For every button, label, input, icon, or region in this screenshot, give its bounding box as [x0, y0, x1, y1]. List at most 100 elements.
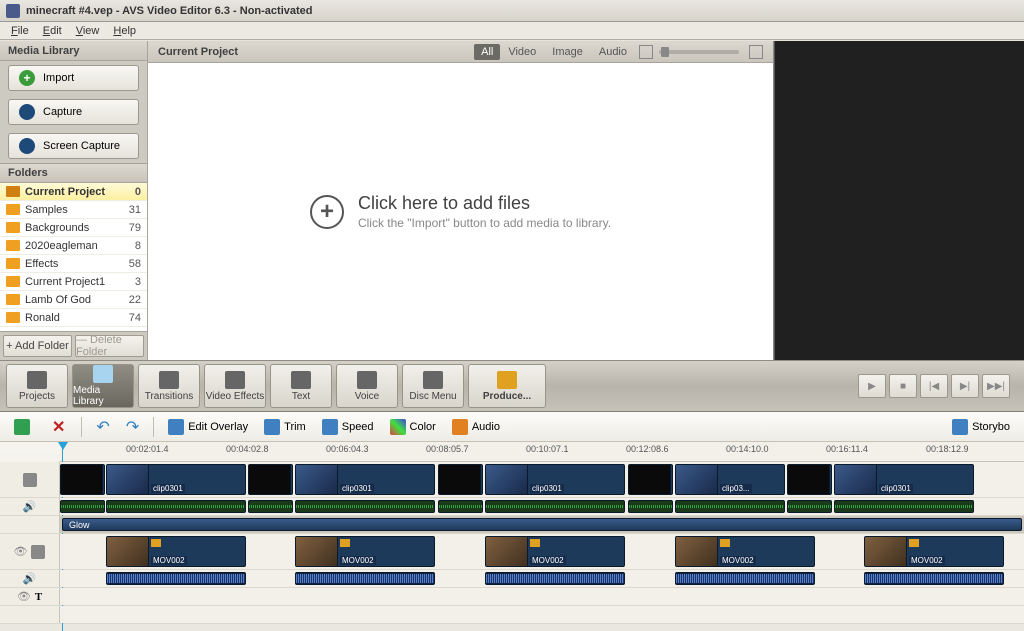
import-button[interactable]: + Import [8, 65, 139, 91]
folders-header: Folders [0, 163, 147, 183]
overlay-audio-clip[interactable] [864, 572, 1004, 585]
add-files-icon[interactable]: + [310, 195, 344, 229]
video-clip[interactable] [787, 464, 832, 495]
screen-capture-button[interactable]: Screen Capture [8, 133, 139, 159]
audio-clip[interactable] [628, 500, 673, 513]
menu-edit[interactable]: Edit [36, 23, 69, 39]
waveform [788, 501, 831, 512]
mode-voice[interactable]: Voice [336, 364, 398, 408]
audio-button[interactable]: Audio [446, 416, 506, 438]
end-button[interactable]: ▶▶| [982, 374, 1010, 398]
timeline: 00:02:01.400:04:02.800:06:04.300:08:05.7… [0, 442, 1024, 631]
folder-name: Current Project1 [25, 276, 135, 288]
zoom-out-icon[interactable] [639, 45, 653, 59]
overlay-audio-clip[interactable] [106, 572, 246, 585]
filter-all[interactable]: All [474, 44, 500, 60]
overlay-audio-clip[interactable] [295, 572, 435, 585]
overlay-clip[interactable]: MOV002 [675, 536, 815, 567]
folder-row[interactable]: Backgrounds79 [0, 219, 147, 237]
fx-clip[interactable]: Glow [62, 518, 1022, 531]
trim-button[interactable]: Trim [258, 416, 312, 438]
folder-row[interactable]: Lamb Of God22 [0, 291, 147, 309]
overlay-audio-body[interactable] [60, 570, 1024, 587]
storyboard-button[interactable]: Storybo [946, 416, 1016, 438]
overlay-audio-clip[interactable] [485, 572, 625, 585]
menu-file[interactable]: File [4, 23, 36, 39]
video-track-body[interactable]: clip0301 clip0301 clip0301 clip03... clip030… [60, 462, 1024, 497]
video-clip[interactable] [628, 464, 673, 495]
zoom-in-icon[interactable] [749, 45, 763, 59]
prev-button[interactable]: |◀ [920, 374, 948, 398]
overlay-audio-clip[interactable] [675, 572, 815, 585]
folder-row[interactable]: Current Project0 [0, 183, 147, 201]
overlay-clip[interactable]: MOV002 [295, 536, 435, 567]
waveform [676, 501, 784, 512]
undo-button[interactable]: ↶ [90, 414, 115, 440]
audio-clip[interactable] [675, 500, 785, 513]
overlay-clip[interactable]: MOV002 [106, 536, 246, 567]
folder-row[interactable]: Effects58 [0, 255, 147, 273]
folder-count: 31 [129, 204, 141, 216]
capture-button[interactable]: Capture [8, 99, 139, 125]
edit-overlay-button[interactable]: Edit Overlay [162, 416, 254, 438]
speaker-icon[interactable]: 🔊 [23, 572, 37, 585]
audio-clip[interactable] [787, 500, 832, 513]
speaker-icon[interactable]: 🔊 [23, 500, 37, 513]
video-clip[interactable]: clip0301 [106, 464, 246, 495]
folder-icon [6, 204, 20, 215]
video-clip[interactable]: clip0301 [485, 464, 625, 495]
eye-icon[interactable]: 👁 [14, 545, 28, 558]
audio-clip[interactable] [485, 500, 625, 513]
audio-clip[interactable] [295, 500, 435, 513]
overlay-clip[interactable]: MOV002 [485, 536, 625, 567]
folder-row[interactable]: Samples31 [0, 201, 147, 219]
color-button[interactable]: Color [384, 416, 442, 438]
audio-clip[interactable] [438, 500, 483, 513]
mode-projects[interactable]: Projects [6, 364, 68, 408]
play-button[interactable]: ▶ [858, 374, 886, 398]
video-clip[interactable] [438, 464, 483, 495]
mode-text[interactable]: Text [270, 364, 332, 408]
redo-button[interactable]: ↷ [120, 414, 145, 440]
split-button[interactable] [8, 416, 40, 438]
audio-clip[interactable] [248, 500, 293, 513]
next-button[interactable]: ▶| [951, 374, 979, 398]
mode-transitions[interactable]: Transitions [138, 364, 200, 408]
mode-label: Voice [355, 391, 379, 402]
audio-clip[interactable] [106, 500, 246, 513]
folder-row[interactable]: 2020eagleman8 [0, 237, 147, 255]
speed-button[interactable]: Speed [316, 416, 380, 438]
filter-image[interactable]: Image [544, 44, 591, 60]
fx-track-body[interactable]: Glow [60, 516, 1024, 533]
audio-clip[interactable] [834, 500, 974, 513]
mode-media-library[interactable]: Media Library [72, 364, 134, 408]
video-clip[interactable] [60, 464, 105, 495]
video-clip[interactable]: clip0301 [834, 464, 974, 495]
eye-icon[interactable]: 👁 [17, 590, 31, 603]
add-folder-button[interactable]: + Add Folder [3, 335, 72, 357]
folder-row[interactable]: Ronald74 [0, 309, 147, 327]
movie-icon [909, 539, 919, 547]
timeline-ruler[interactable]: 00:02:01.400:04:02.800:06:04.300:08:05.7… [60, 442, 1024, 462]
stop-button[interactable]: ■ [889, 374, 917, 398]
text-track-body[interactable] [60, 588, 1024, 605]
video-clip[interactable]: clip03... [675, 464, 785, 495]
video-clip[interactable] [248, 464, 293, 495]
filter-audio[interactable]: Audio [591, 44, 635, 60]
audio-clip[interactable] [60, 500, 105, 513]
library-empty-area[interactable]: + Click here to add files Click the "Imp… [148, 63, 773, 360]
menu-help[interactable]: Help [106, 23, 143, 39]
overlay-track-body[interactable]: MOV002 MOV002 MOV002 MOV002 MOV002 [60, 534, 1024, 569]
zoom-slider[interactable] [659, 50, 739, 54]
mode-produce-[interactable]: Produce... [468, 364, 546, 408]
video-clip[interactable]: clip0301 [295, 464, 435, 495]
mode-disc-menu[interactable]: Disc Menu [402, 364, 464, 408]
audio-track-body[interactable] [60, 498, 1024, 515]
delete-button[interactable]: ✕ [44, 415, 73, 439]
overlay-clip[interactable]: MOV002 [864, 536, 1004, 567]
menu-view[interactable]: View [69, 23, 107, 39]
filter-video[interactable]: Video [500, 44, 544, 60]
folder-row[interactable]: Current Project13 [0, 273, 147, 291]
timeline-toolbar: ✕ ↶ ↷ Edit Overlay Trim Speed Color Audi… [0, 412, 1024, 442]
mode-video-effects[interactable]: Video Effects [204, 364, 266, 408]
